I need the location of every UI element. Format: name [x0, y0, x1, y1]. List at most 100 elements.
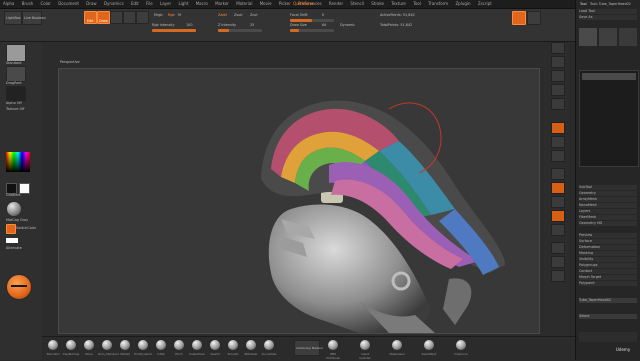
palette-footer-select[interactable]: Select	[579, 314, 637, 319]
persp-icon[interactable]	[551, 122, 565, 134]
menu-item[interactable]: Document	[55, 0, 82, 8]
alternate-swatch[interactable]	[6, 238, 18, 243]
xyz-icon[interactable]	[551, 168, 565, 180]
palette-row[interactable]: Morph Target	[579, 275, 637, 280]
palette-row[interactable]: Masking	[579, 251, 637, 256]
brush-smooth-icon[interactable]	[228, 340, 238, 350]
brush-curvetube-icon[interactable]	[264, 340, 274, 350]
brush-selectrect-icon[interactable]	[424, 340, 434, 350]
subtool-list[interactable]	[579, 70, 639, 167]
palette-row[interactable]: Layers	[579, 209, 637, 214]
polyf-icon[interactable]	[551, 242, 565, 254]
brush-move-icon[interactable]	[84, 340, 94, 350]
brush-zmodeler-icon[interactable]	[246, 340, 256, 350]
focal-shift-slider[interactable]	[290, 19, 334, 22]
frame-icon[interactable]	[551, 182, 565, 194]
brush-pinch-icon[interactable]	[174, 340, 184, 350]
brush-trimdynamic-icon[interactable]	[138, 340, 148, 350]
rgb-toggle[interactable]: Rgb	[168, 13, 175, 17]
brush-inflat-icon[interactable]	[156, 340, 166, 350]
move-icon[interactable]	[551, 196, 565, 208]
brush-imm-icon[interactable]	[328, 340, 338, 350]
autogroup-button[interactable]: AutoGroup Masked	[294, 340, 323, 356]
palette-row[interactable]: FiberMesh	[579, 215, 637, 220]
menu-item[interactable]: Material	[233, 0, 255, 8]
zadd-toggle[interactable]: Zadd	[218, 13, 227, 17]
brush-masklasso-icon[interactable]	[392, 340, 402, 350]
menu-item[interactable]: Stroke	[368, 0, 387, 8]
tool-thumbnail[interactable]	[599, 28, 617, 46]
menu-item[interactable]: Marker	[212, 0, 232, 8]
menu-item[interactable]: Layer	[157, 0, 174, 8]
solo-icon[interactable]	[551, 270, 565, 282]
stroke-thumbnail[interactable]	[6, 66, 26, 82]
brush-thumbnail[interactable]	[6, 44, 26, 62]
lock-icon[interactable]	[512, 11, 526, 25]
brush-insertcylinder-icon[interactable]	[360, 340, 370, 350]
dynamic-toggle[interactable]: Dynamic	[340, 23, 355, 27]
brush-hpolish-icon[interactable]	[120, 340, 130, 350]
brush-claybuildup-icon[interactable]	[66, 340, 76, 350]
actual-icon[interactable]	[551, 98, 565, 110]
load-tool-button[interactable]: Load Tool	[579, 9, 637, 14]
scale-button[interactable]	[123, 11, 136, 24]
zcut-toggle[interactable]: Zcut	[250, 13, 258, 17]
palette-row[interactable]: Deformation	[579, 245, 637, 250]
mrgb-toggle[interactable]: Mrgb	[154, 13, 163, 17]
move-button[interactable]	[110, 11, 123, 24]
rotate-icon[interactable]	[551, 224, 565, 236]
palette-row[interactable]: ArrayMesh	[579, 197, 637, 202]
gear-icon[interactable]	[527, 11, 541, 25]
palette-row[interactable]: Polypaint	[579, 281, 637, 286]
menu-item[interactable]: File	[143, 0, 156, 8]
brush-damstandard-icon[interactable]	[102, 340, 112, 350]
bpr-icon[interactable]	[551, 42, 565, 54]
brush-slash3-icon[interactable]	[210, 340, 220, 350]
save-as-button[interactable]: Save As	[579, 15, 637, 20]
menu-item[interactable]: Zplugin	[452, 0, 473, 8]
menu-item[interactable]: Dynamics	[101, 0, 127, 8]
palette-row[interactable]: Visibility	[579, 257, 637, 262]
palette-row[interactable]: Contact	[579, 269, 637, 274]
quicksave-button[interactable]: QuickSave	[290, 0, 317, 8]
spix-icon[interactable]	[551, 56, 565, 68]
z-intensity-slider[interactable]	[218, 29, 262, 32]
viewport-canvas[interactable]	[58, 68, 540, 334]
alpha-thumbnail[interactable]	[6, 86, 26, 102]
menu-item[interactable]: Light	[175, 0, 191, 8]
draw-button[interactable]: Draw	[97, 11, 110, 24]
color-picker[interactable]	[6, 152, 30, 172]
menu-item[interactable]: Stencil	[347, 0, 367, 8]
menu-item[interactable]: Brush	[19, 0, 37, 8]
rotate-gizmo-icon[interactable]	[6, 274, 32, 300]
palette-row[interactable]: Geometry	[579, 191, 637, 196]
scroll-icon[interactable]	[551, 70, 565, 82]
palette-row[interactable]: SubTool	[579, 185, 637, 190]
palette-row[interactable]: Surface	[579, 239, 637, 244]
tool-thumbnail[interactable]	[619, 28, 637, 46]
rotate-button[interactable]	[136, 11, 149, 24]
zoom3d-icon[interactable]	[551, 210, 565, 222]
brush-standard-icon[interactable]	[48, 340, 58, 350]
brush-clipcurve-icon[interactable]	[456, 340, 466, 350]
palette-row[interactable]: Geometry HD	[579, 221, 637, 226]
live-boolean-button[interactable]: Live Boolean	[22, 11, 46, 25]
lightbox-button[interactable]: LightBox	[4, 11, 22, 25]
menu-item[interactable]: Tool	[410, 0, 424, 8]
tool-thumbnail[interactable]	[579, 28, 597, 46]
menu-item[interactable]: Movie	[257, 0, 275, 8]
menu-item[interactable]: Color	[37, 0, 53, 8]
zoom-icon[interactable]	[551, 84, 565, 96]
menu-item[interactable]: Edit	[128, 0, 142, 8]
rgb-intensity-slider[interactable]	[152, 29, 196, 32]
menu-item[interactable]: Draw	[83, 0, 99, 8]
menu-item[interactable]: Macro	[193, 0, 211, 8]
palette-row[interactable]: NanoMesh	[579, 203, 637, 208]
m-toggle[interactable]: M	[178, 13, 181, 17]
brush-snakehook-icon[interactable]	[192, 340, 202, 350]
transp-icon[interactable]	[551, 256, 565, 268]
palette-row[interactable]: Polygroups	[579, 263, 637, 268]
material-sphere[interactable]	[7, 202, 21, 216]
subtool-item-active[interactable]	[582, 73, 636, 80]
menu-item[interactable]: Transform	[425, 0, 451, 8]
